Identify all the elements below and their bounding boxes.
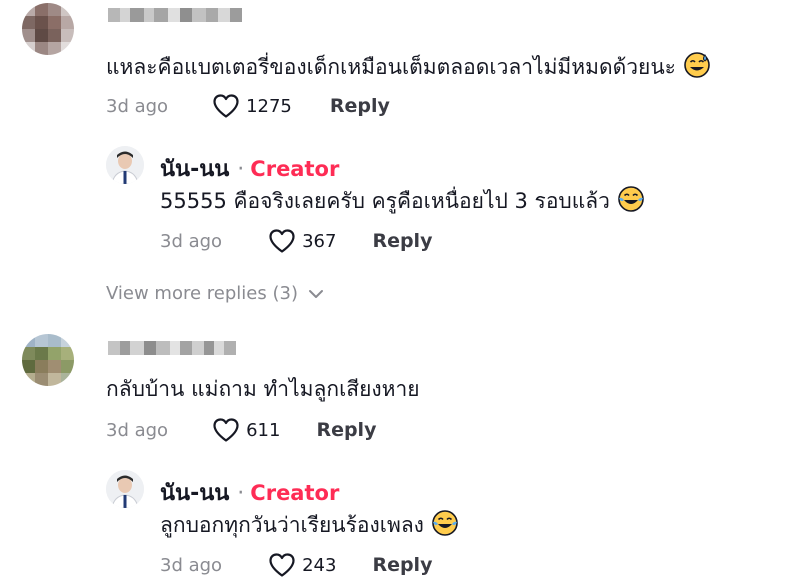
like-count: 243 — [302, 554, 337, 576]
separator-dot: · — [237, 481, 245, 506]
heart-icon[interactable] — [268, 228, 296, 254]
reply-button[interactable]: Reply — [330, 95, 390, 117]
comment-meta: 3d ago 1275 Reply — [106, 92, 390, 120]
reply-text: 55555 คือจริงเลยครับ ครูคือเหนื่อยไป 3 ร… — [160, 186, 644, 215]
creator-avatar[interactable] — [106, 470, 144, 508]
reply-meta: 3d ago 243 Reply — [160, 551, 432, 579]
sweat-smile-emoji — [684, 52, 710, 78]
reply-text-content: ลูกบอกทุกวันว่าเรียนร้องเพลง — [160, 513, 424, 537]
tears-of-joy-emoji — [432, 510, 458, 536]
like-count: 1275 — [246, 95, 292, 117]
creator-avatar-image — [106, 470, 144, 508]
comment-text: กลับบ้าน แม่ถาม ทำไมลูกเสียงหาย — [106, 375, 420, 403]
like-button[interactable]: 1275 — [212, 93, 292, 119]
creator-avatar[interactable] — [106, 146, 144, 184]
like-count: 367 — [302, 230, 337, 252]
like-button[interactable]: 243 — [268, 552, 336, 578]
reply-text: ลูกบอกทุกวันว่าเรียนร้องเพลง — [160, 510, 458, 539]
heart-icon[interactable] — [268, 552, 296, 578]
reply-date: 3d ago — [160, 554, 223, 576]
commenter-username-blurred[interactable] — [108, 8, 242, 22]
reply-meta: 3d ago 367 Reply — [160, 227, 432, 255]
creator-badge: Creator — [250, 157, 340, 181]
creator-badge: Creator — [250, 481, 340, 505]
commenter-avatar-blurred[interactable] — [22, 334, 74, 386]
creator-avatar-image — [106, 146, 144, 184]
like-button[interactable]: 367 — [268, 228, 336, 254]
comment-text-content: กลับบ้าน แม่ถาม ทำไมลูกเสียงหาย — [106, 377, 420, 401]
comment-meta: 3d ago 611 Reply — [106, 416, 376, 444]
comment-text: แหละคือแบตเตอรี่ของเด็กเหมือนเต็มตลอดเวล… — [106, 52, 710, 81]
reply-header: นัน-นน · Creator — [160, 475, 339, 510]
reply-button[interactable]: Reply — [316, 419, 376, 441]
comment-date: 3d ago — [106, 419, 169, 441]
separator-dot: · — [237, 157, 245, 182]
comment-text-content: แหละคือแบตเตอรี่ของเด็กเหมือนเต็มตลอดเวล… — [106, 55, 676, 79]
heart-icon[interactable] — [212, 93, 240, 119]
reply-date: 3d ago — [160, 230, 223, 252]
chevron-down-icon — [308, 289, 323, 298]
view-more-replies-button[interactable]: View more replies (3) — [106, 283, 324, 304]
heart-icon[interactable] — [212, 417, 240, 443]
reply-button[interactable]: Reply — [372, 554, 432, 576]
like-button[interactable]: 611 — [212, 417, 280, 443]
tears-of-joy-emoji — [618, 186, 644, 212]
reply-button[interactable]: Reply — [372, 230, 432, 252]
comment-date: 3d ago — [106, 95, 169, 117]
reply-text-content: 55555 คือจริงเลยครับ ครูคือเหนื่อยไป 3 ร… — [160, 189, 610, 213]
commenter-avatar-blurred[interactable] — [22, 3, 74, 55]
like-count: 611 — [246, 419, 281, 441]
view-more-replies-label: View more replies (3) — [106, 283, 298, 304]
commenter-username-blurred[interactable] — [108, 341, 236, 355]
creator-username[interactable]: นัน-นน — [160, 151, 229, 186]
creator-username[interactable]: นัน-นน — [160, 475, 229, 510]
reply-header: นัน-นน · Creator — [160, 151, 339, 186]
